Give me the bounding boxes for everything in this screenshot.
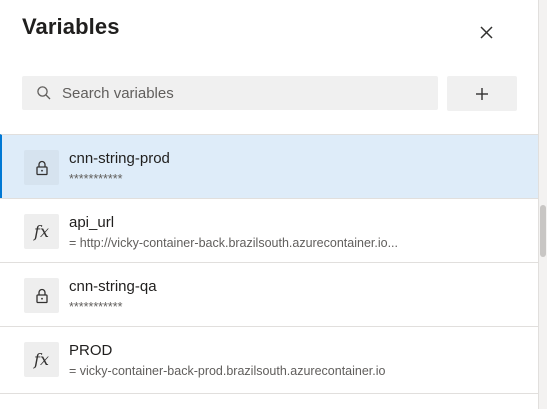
lock-icon (24, 150, 59, 185)
variable-name: PROD (69, 342, 113, 359)
list-item[interactable]: cnn-string-qa *********** (0, 262, 539, 326)
search-input[interactable] (62, 84, 422, 102)
scrollbar-thumb[interactable] (540, 205, 546, 257)
variables-list: cnn-string-prod *********** fx api_url =… (0, 134, 539, 390)
list-item[interactable]: fx api_url = http://vicky-container-back… (0, 198, 539, 262)
variable-value: *********** (69, 172, 123, 186)
panel-title: Variables (22, 14, 120, 39)
list-item[interactable]: cnn-string-prod *********** (0, 134, 539, 198)
function-fx-icon: fx (24, 214, 59, 249)
variable-value: *********** (69, 300, 123, 314)
list-divider (0, 393, 539, 394)
variable-name: cnn-string-prod (69, 150, 170, 167)
variables-panel: Variables Search variables cnn-string-pr… (0, 0, 547, 409)
function-fx-icon: fx (24, 342, 59, 377)
lock-icon (24, 278, 59, 313)
close-button[interactable] (472, 18, 500, 46)
variable-name: cnn-string-qa (69, 278, 157, 295)
variable-value: = http://vicky-container-back.brazilsout… (69, 236, 398, 250)
list-item[interactable]: fx PROD = vicky-container-back-prod.braz… (0, 326, 539, 390)
search-box[interactable] (22, 76, 438, 110)
variable-value: = vicky-container-back-prod.brazilsouth.… (69, 364, 386, 378)
search-icon (36, 85, 56, 101)
add-variable-button[interactable] (447, 76, 517, 111)
close-icon (480, 26, 493, 39)
plus-icon (476, 87, 488, 100)
variable-name: api_url (69, 214, 115, 231)
scrollbar[interactable] (538, 0, 547, 409)
